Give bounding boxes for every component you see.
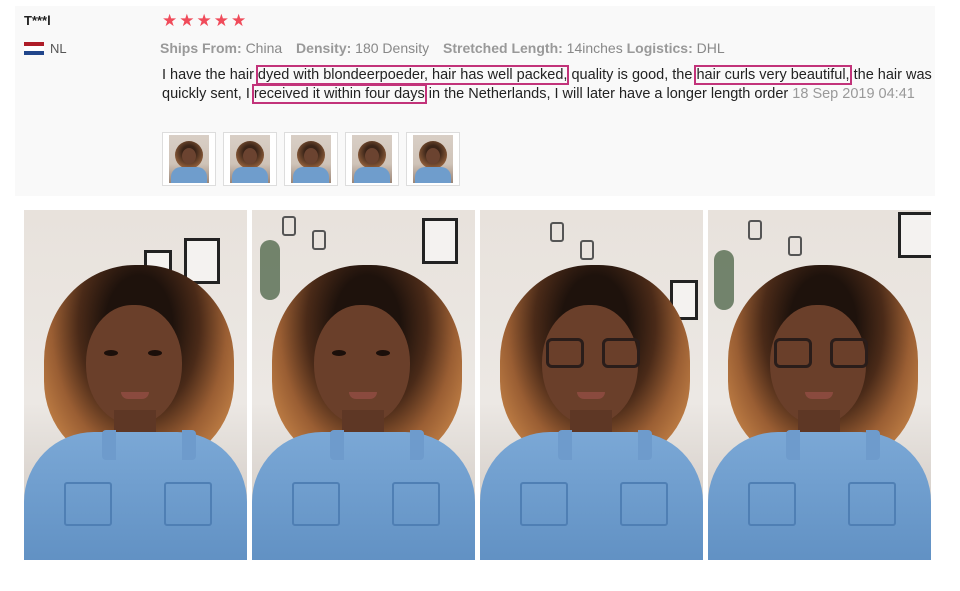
density-label: Density: — [296, 40, 352, 56]
review-text-part: quality is good, the — [567, 67, 697, 83]
reviewer-country: NL — [24, 41, 67, 56]
ships-from-label: Ships From: — [160, 40, 242, 56]
review-thumbnail[interactable] — [345, 132, 399, 186]
stretched-length-label: Stretched Length: — [443, 40, 563, 56]
star-icon: ★ — [162, 11, 178, 30]
review-thumbnail[interactable] — [223, 132, 277, 186]
star-icon: ★ — [231, 11, 247, 30]
review-photo-gallery — [24, 210, 931, 560]
review-text: I have the hair dyed with blondeerpoeder… — [162, 65, 937, 104]
star-rating: ★ ★ ★ ★ ★ — [162, 11, 246, 31]
logistics-label: Logistics: — [626, 40, 693, 56]
star-icon: ★ — [179, 11, 195, 30]
stretched-length-value: 14inches — [566, 40, 623, 56]
country-code: NL — [50, 41, 67, 56]
review-thumbnail[interactable] — [284, 132, 338, 186]
ships-from-value: China — [245, 40, 283, 56]
reviewer-name: T***l — [24, 13, 51, 28]
review-thumbnail[interactable] — [162, 132, 216, 186]
star-icon: ★ — [196, 11, 212, 30]
highlighted-phrase: dyed with blondeerpoeder, hair has well … — [255, 65, 570, 85]
highlighted-phrase: received it within four days — [251, 84, 427, 104]
review-photo[interactable] — [24, 210, 247, 560]
review-thumbnails — [162, 132, 460, 186]
highlighted-phrase: hair curls very beautiful, — [694, 65, 852, 85]
netherlands-flag-icon — [24, 42, 44, 55]
density-value: 180 Density — [355, 40, 430, 56]
review-date: 18 Sep 2019 04:41 — [792, 86, 915, 102]
review-photo[interactable] — [252, 210, 475, 560]
review-photo[interactable] — [708, 210, 931, 560]
review-thumbnail[interactable] — [406, 132, 460, 186]
logistics-value: DHL — [696, 40, 725, 56]
review-photo[interactable] — [480, 210, 703, 560]
star-icon: ★ — [213, 11, 229, 30]
purchase-attributes: Ships From: China Density: 180 Density S… — [160, 40, 735, 56]
review-text-part: I have the hair — [162, 67, 258, 83]
review-text-part: in the Netherlands, I will later have a … — [424, 86, 789, 102]
